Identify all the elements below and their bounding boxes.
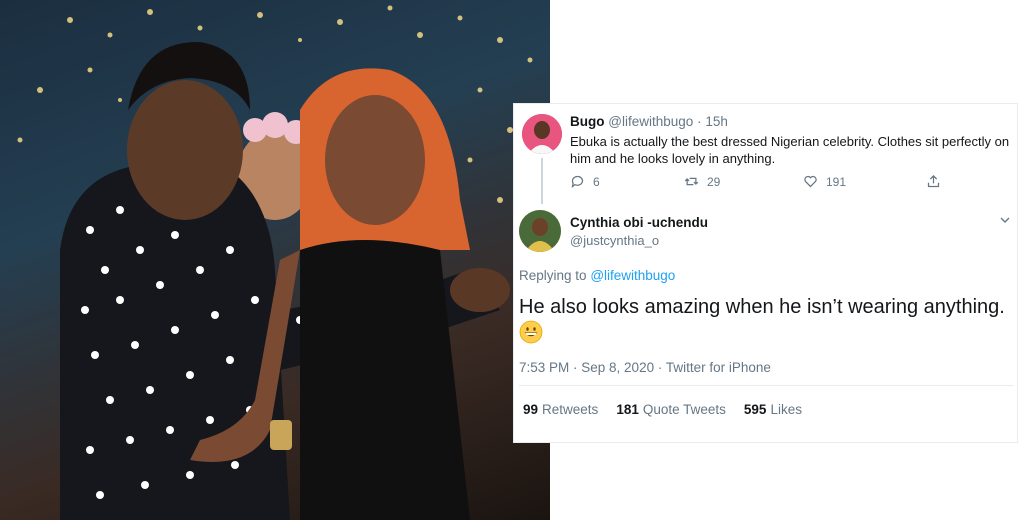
parent-text: Ebuka is actually the best dressed Niger… <box>570 134 1010 166</box>
retweets-count: 99 <box>523 402 539 417</box>
quote-label: Quote Tweets <box>642 402 726 417</box>
retweet-count: 29 <box>707 174 721 189</box>
likes-stat[interactable]: 595 Likes <box>744 402 802 417</box>
timestamp[interactable]: 7:53 PM · Sep 8, 2020 · Twitter for iPho… <box>519 360 771 375</box>
likes-count: 595 <box>743 402 767 417</box>
heart-icon <box>804 175 817 188</box>
like-count: 191 <box>826 174 847 189</box>
reply-icon <box>571 175 584 188</box>
photo <box>0 0 550 520</box>
replying-to-link[interactable]: @lifewithbugo <box>590 268 675 283</box>
parent-header: Bugo @lifewithbugo · 15h <box>570 114 728 129</box>
likes-label: Likes <box>770 402 802 417</box>
parent-separator: · <box>697 114 702 129</box>
main-text: He also looks amazing when he isn’t wear… <box>519 296 1005 318</box>
quote-tweets-stat[interactable]: 181 Quote Tweets <box>616 402 726 417</box>
share-icon <box>927 174 940 188</box>
parent-time[interactable]: 15h <box>705 114 728 129</box>
quote-count: 181 <box>616 402 639 417</box>
share-button[interactable] <box>926 174 941 189</box>
tweet-card: Bugo @lifewithbugo · 15h Ebuka is actual… <box>513 103 1018 443</box>
parent-handle[interactable]: @lifewithbugo <box>608 114 693 129</box>
retweet-button[interactable]: 29 <box>684 174 720 189</box>
replying-prefix: Replying to <box>519 268 587 283</box>
retweets-label: Retweets <box>542 402 599 417</box>
retweets-stat[interactable]: 99 Retweets <box>523 402 598 417</box>
replying-to: Replying to @lifewithbugo <box>519 268 675 283</box>
main-handle[interactable]: @justcynthia_o <box>570 233 659 248</box>
grinning-face-emoji-icon <box>519 320 543 344</box>
engagement-stats: 99 Retweets 181 Quote Tweets 595 Likes <box>523 402 802 417</box>
divider <box>519 385 1014 386</box>
reply-count: 6 <box>593 174 600 189</box>
parent-name[interactable]: Bugo <box>570 114 605 129</box>
thread-line <box>541 158 543 204</box>
reply-button[interactable]: 6 <box>570 174 600 189</box>
retweet-icon <box>684 177 699 186</box>
main-name[interactable]: Cynthia obi -uchendu <box>570 215 708 230</box>
like-button[interactable]: 191 <box>803 174 846 189</box>
parent-avatar[interactable] <box>522 114 562 154</box>
photo-illustration <box>17 5 533 520</box>
chevron-down-icon[interactable] <box>997 212 1013 228</box>
parent-actions: 6 29 191 <box>570 174 950 192</box>
main-avatar[interactable] <box>519 210 561 252</box>
parent-tweet[interactable]: Bugo @lifewithbugo · 15h Ebuka is actual… <box>514 104 1017 204</box>
